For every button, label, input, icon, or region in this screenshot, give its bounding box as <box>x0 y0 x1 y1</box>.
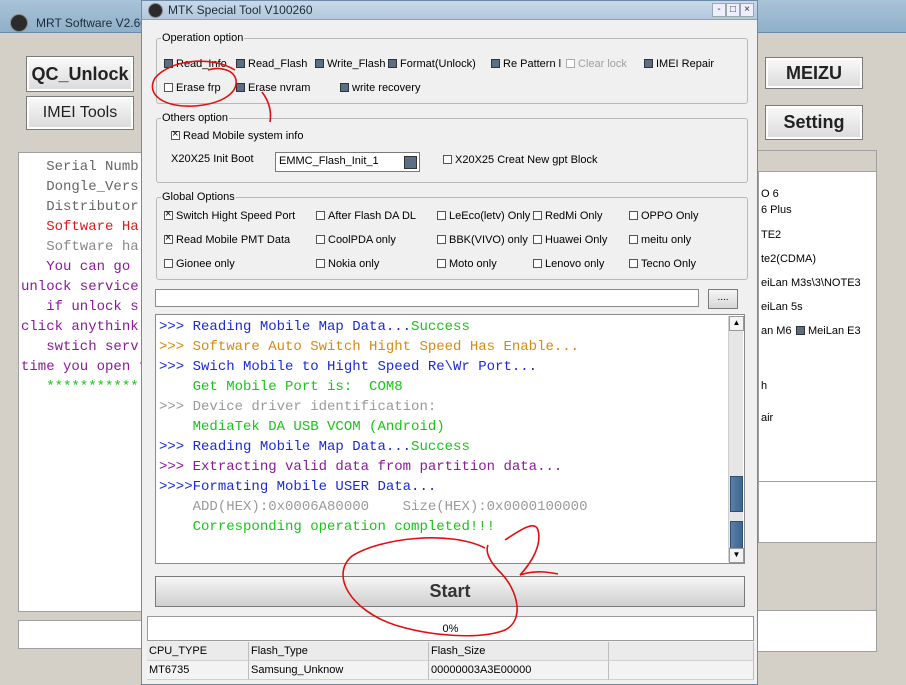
red-annotation-overlay <box>151 60 559 637</box>
annotation-arrow-start <box>504 525 559 576</box>
annotation-circle-start <box>342 537 518 637</box>
annotation-circle-erase-frp <box>151 60 237 107</box>
annotation-tick-erase <box>261 91 272 123</box>
